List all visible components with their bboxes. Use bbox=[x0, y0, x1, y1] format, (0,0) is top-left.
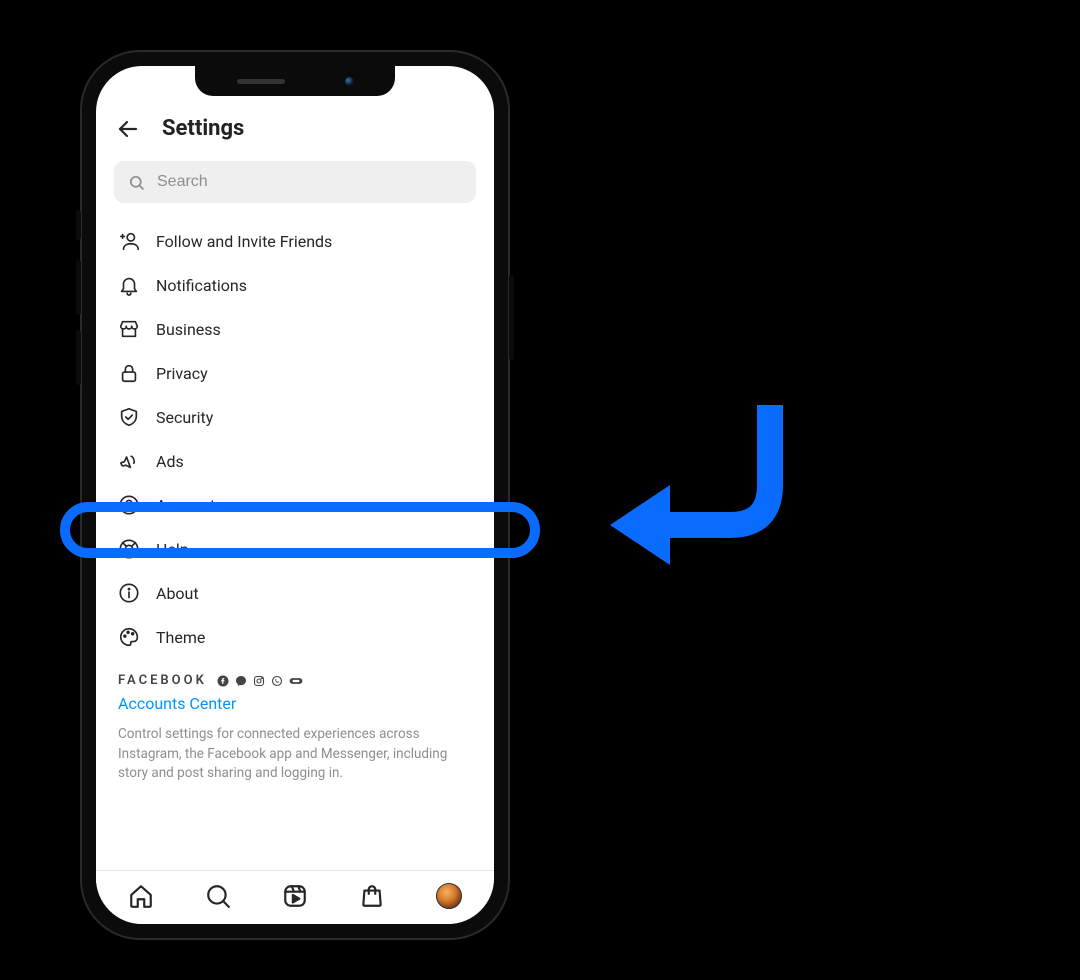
menu-item-account[interactable]: Account bbox=[100, 483, 490, 527]
volume-up-button bbox=[76, 260, 81, 315]
front-camera bbox=[345, 77, 354, 86]
avatar bbox=[436, 883, 462, 909]
person-circle-icon bbox=[118, 494, 140, 516]
menu-item-label: Follow and Invite Friends bbox=[156, 232, 332, 251]
volume-down-button bbox=[76, 330, 81, 385]
accounts-center-description: Control settings for connected experienc… bbox=[100, 721, 490, 798]
callout-arrow-icon bbox=[600, 395, 800, 595]
nav-home[interactable] bbox=[127, 882, 155, 910]
menu-item-notifications[interactable]: Notifications bbox=[100, 263, 490, 307]
phone-screen: Settings bbox=[96, 66, 494, 924]
menu-item-theme[interactable]: Theme bbox=[100, 615, 490, 659]
lock-icon bbox=[118, 362, 140, 384]
person-plus-icon bbox=[118, 230, 140, 252]
whatsapp-icon bbox=[271, 675, 283, 687]
menu-item-follow-invite[interactable]: Follow and Invite Friends bbox=[100, 219, 490, 263]
page-title: Settings bbox=[162, 116, 244, 141]
menu-item-label: Business bbox=[156, 320, 221, 339]
menu-item-security[interactable]: Security bbox=[100, 395, 490, 439]
search-input[interactable] bbox=[157, 173, 462, 191]
back-button[interactable] bbox=[116, 117, 140, 141]
menu-item-label: Account bbox=[156, 496, 215, 515]
menu-item-label: Ads bbox=[156, 452, 184, 471]
phone-frame: Settings bbox=[80, 50, 510, 940]
accounts-center-link[interactable]: Accounts Center bbox=[100, 694, 490, 721]
settings-menu: Follow and Invite Friends Notifications bbox=[96, 213, 494, 870]
phone-notch bbox=[195, 66, 395, 96]
mute-switch bbox=[76, 210, 81, 240]
messenger-icon bbox=[235, 675, 247, 687]
palette-icon bbox=[118, 626, 140, 648]
menu-item-help[interactable]: Help bbox=[100, 527, 490, 571]
menu-item-label: Notifications bbox=[156, 276, 247, 295]
brand-label: FACEBOOK bbox=[118, 673, 207, 688]
power-button bbox=[509, 275, 514, 360]
menu-item-about[interactable]: About bbox=[100, 571, 490, 615]
menu-item-business[interactable]: Business bbox=[100, 307, 490, 351]
menu-item-label: Theme bbox=[156, 628, 205, 647]
section-brand: FACEBOOK bbox=[100, 659, 490, 694]
search-icon bbox=[128, 174, 145, 191]
speaker bbox=[237, 79, 285, 84]
menu-item-label: Help bbox=[156, 540, 189, 559]
nav-reels[interactable] bbox=[281, 882, 309, 910]
page-header: Settings bbox=[96, 108, 494, 155]
shield-check-icon bbox=[118, 406, 140, 428]
menu-item-ads[interactable]: Ads bbox=[100, 439, 490, 483]
nav-search[interactable] bbox=[204, 882, 232, 910]
menu-item-label: Privacy bbox=[156, 364, 208, 383]
megaphone-icon bbox=[118, 450, 140, 472]
bell-icon bbox=[118, 274, 140, 296]
nav-shop[interactable] bbox=[358, 882, 386, 910]
info-icon bbox=[118, 582, 140, 604]
facebook-icon bbox=[217, 675, 229, 687]
search-bar[interactable] bbox=[114, 161, 476, 203]
oculus-icon bbox=[289, 675, 303, 687]
menu-item-privacy[interactable]: Privacy bbox=[100, 351, 490, 395]
storefront-icon bbox=[118, 318, 140, 340]
menu-item-label: Security bbox=[156, 408, 213, 427]
brand-icons bbox=[217, 675, 303, 687]
menu-item-label: About bbox=[156, 584, 199, 603]
nav-profile[interactable] bbox=[435, 882, 463, 910]
bottom-nav bbox=[96, 870, 494, 924]
instagram-icon bbox=[253, 675, 265, 687]
lifebuoy-icon bbox=[118, 538, 140, 560]
